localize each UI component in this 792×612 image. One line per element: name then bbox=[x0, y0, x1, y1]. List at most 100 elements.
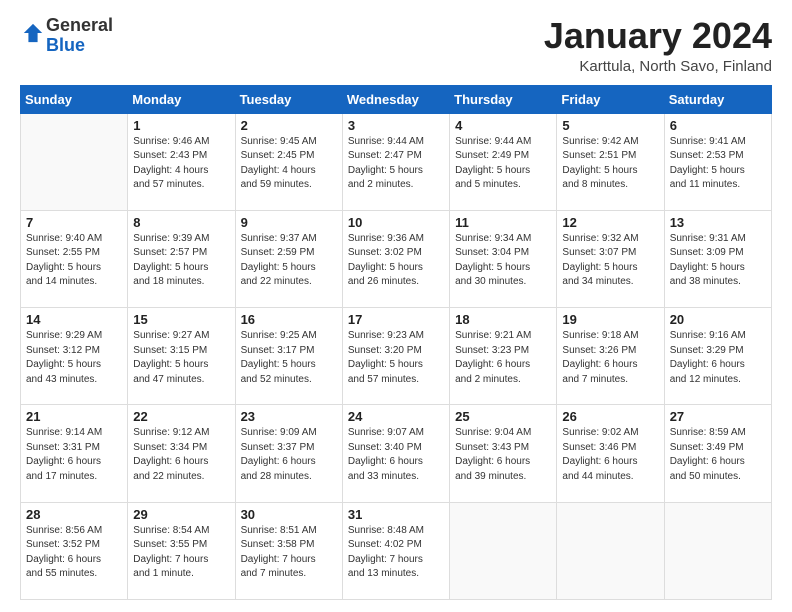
day-info: Sunrise: 9:44 AM Sunset: 2:49 PM Dayligh… bbox=[455, 135, 551, 193]
week-row-4: 28 Sunrise: 8:56 AM Sunset: 3:52 PM Dayli… bbox=[21, 502, 772, 599]
day-number: 30 bbox=[241, 507, 337, 522]
table-row: 28 Sunrise: 8:56 AM Sunset: 3:52 PM Dayli… bbox=[21, 502, 128, 599]
table-row: 29Sunrise: 8:54 AM Sunset: 3:55 PM Dayli… bbox=[128, 502, 235, 599]
day-info: Sunrise: 9:27 AM Sunset: 3:15 PM Dayligh… bbox=[133, 329, 229, 387]
table-row: 6 Sunrise: 9:41 AM Sunset: 2:53 PM Daylig… bbox=[664, 113, 771, 210]
day-info: Sunrise: 8:56 AM Sunset: 3:52 PM Dayligh… bbox=[26, 524, 122, 582]
week-row-1: 7 Sunrise: 9:40 AM Sunset: 2:55 PM Daylig… bbox=[21, 210, 772, 307]
table-row: 22Sunrise: 9:12 AM Sunset: 3:34 PM Dayli… bbox=[128, 405, 235, 502]
day-info: Sunrise: 9:39 AM Sunset: 2:57 PM Dayligh… bbox=[133, 232, 229, 290]
day-number: 11 bbox=[455, 215, 551, 230]
day-number: 3 bbox=[348, 118, 444, 133]
logo-icon bbox=[22, 22, 44, 44]
table-row: 18 Sunrise: 9:21 AM Sunset: 3:23 PM Dayli… bbox=[450, 308, 557, 405]
calendar-body: 1 Sunrise: 9:46 AM Sunset: 2:43 PM Daylig… bbox=[21, 113, 772, 599]
day-info: Sunrise: 9:09 AM Sunset: 3:37 PM Dayligh… bbox=[241, 426, 337, 484]
table-row: 12Sunrise: 9:32 AM Sunset: 3:07 PM Dayli… bbox=[557, 210, 664, 307]
day-info: Sunrise: 9:29 AM Sunset: 3:12 PM Dayligh… bbox=[26, 329, 122, 387]
table-row: 21 Sunrise: 9:14 AM Sunset: 3:31 PM Dayli… bbox=[21, 405, 128, 502]
table-row bbox=[21, 113, 128, 210]
header-row: Sunday Monday Tuesday Wednesday Thursday… bbox=[21, 85, 772, 113]
table-row bbox=[664, 502, 771, 599]
logo-text: General Blue bbox=[46, 16, 113, 56]
day-number: 29 bbox=[133, 507, 229, 522]
col-tuesday: Tuesday bbox=[235, 85, 342, 113]
day-info: Sunrise: 9:41 AM Sunset: 2:53 PM Dayligh… bbox=[670, 135, 766, 193]
day-number: 17 bbox=[348, 312, 444, 327]
table-row: 5 Sunrise: 9:42 AM Sunset: 2:51 PM Daylig… bbox=[557, 113, 664, 210]
day-number: 6 bbox=[670, 118, 766, 133]
table-row: 25 Sunrise: 9:04 AM Sunset: 3:43 PM Dayli… bbox=[450, 405, 557, 502]
col-thursday: Thursday bbox=[450, 85, 557, 113]
col-wednesday: Wednesday bbox=[342, 85, 449, 113]
day-number: 15 bbox=[133, 312, 229, 327]
col-monday: Monday bbox=[128, 85, 235, 113]
table-row: 26 Sunrise: 9:02 AM Sunset: 3:46 PM Dayli… bbox=[557, 405, 664, 502]
day-number: 7 bbox=[26, 215, 122, 230]
day-number: 2 bbox=[241, 118, 337, 133]
day-info: Sunrise: 9:46 AM Sunset: 2:43 PM Dayligh… bbox=[133, 135, 229, 193]
day-info: Sunrise: 9:40 AM Sunset: 2:55 PM Dayligh… bbox=[26, 232, 122, 290]
table-row: 3 Sunrise: 9:44 AM Sunset: 2:47 PM Daylig… bbox=[342, 113, 449, 210]
day-info: Sunrise: 9:25 AM Sunset: 3:17 PM Dayligh… bbox=[241, 329, 337, 387]
table-row: 13Sunrise: 9:31 AM Sunset: 3:09 PM Dayli… bbox=[664, 210, 771, 307]
table-row: 9Sunrise: 9:37 AM Sunset: 2:59 PM Daylig… bbox=[235, 210, 342, 307]
day-number: 28 bbox=[26, 507, 122, 522]
day-info: Sunrise: 9:32 AM Sunset: 3:07 PM Dayligh… bbox=[562, 232, 658, 290]
day-info: Sunrise: 9:37 AM Sunset: 2:59 PM Dayligh… bbox=[241, 232, 337, 290]
header: General Blue January 2024 Karttula, Nort… bbox=[20, 16, 772, 75]
table-row: 8 Sunrise: 9:39 AM Sunset: 2:57 PM Daylig… bbox=[128, 210, 235, 307]
day-info: Sunrise: 9:45 AM Sunset: 2:45 PM Dayligh… bbox=[241, 135, 337, 193]
month-title: January 2024 bbox=[544, 16, 772, 56]
day-number: 16 bbox=[241, 312, 337, 327]
table-row: 17 Sunrise: 9:23 AM Sunset: 3:20 PM Dayli… bbox=[342, 308, 449, 405]
col-saturday: Saturday bbox=[664, 85, 771, 113]
page: General Blue January 2024 Karttula, Nort… bbox=[0, 0, 792, 612]
table-row: 20Sunrise: 9:16 AM Sunset: 3:29 PM Dayli… bbox=[664, 308, 771, 405]
day-info: Sunrise: 9:21 AM Sunset: 3:23 PM Dayligh… bbox=[455, 329, 551, 387]
day-number: 8 bbox=[133, 215, 229, 230]
day-number: 25 bbox=[455, 409, 551, 424]
table-row: 24Sunrise: 9:07 AM Sunset: 3:40 PM Dayli… bbox=[342, 405, 449, 502]
location: Karttula, North Savo, Finland bbox=[544, 58, 772, 75]
day-info: Sunrise: 9:34 AM Sunset: 3:04 PM Dayligh… bbox=[455, 232, 551, 290]
day-number: 5 bbox=[562, 118, 658, 133]
day-number: 13 bbox=[670, 215, 766, 230]
table-row: 23 Sunrise: 9:09 AM Sunset: 3:37 PM Dayli… bbox=[235, 405, 342, 502]
day-info: Sunrise: 9:14 AM Sunset: 3:31 PM Dayligh… bbox=[26, 426, 122, 484]
logo-blue-text: Blue bbox=[46, 35, 85, 55]
day-info: Sunrise: 9:04 AM Sunset: 3:43 PM Dayligh… bbox=[455, 426, 551, 484]
day-info: Sunrise: 9:44 AM Sunset: 2:47 PM Dayligh… bbox=[348, 135, 444, 193]
title-block: January 2024 Karttula, North Savo, Finla… bbox=[544, 16, 772, 75]
table-row bbox=[450, 502, 557, 599]
day-number: 21 bbox=[26, 409, 122, 424]
day-info: Sunrise: 8:51 AM Sunset: 3:58 PM Dayligh… bbox=[241, 524, 337, 582]
day-number: 10 bbox=[348, 215, 444, 230]
table-row: 27Sunrise: 8:59 AM Sunset: 3:49 PM Dayli… bbox=[664, 405, 771, 502]
calendar-table: Sunday Monday Tuesday Wednesday Thursday… bbox=[20, 85, 772, 600]
day-info: Sunrise: 9:18 AM Sunset: 3:26 PM Dayligh… bbox=[562, 329, 658, 387]
day-number: 19 bbox=[562, 312, 658, 327]
table-row bbox=[557, 502, 664, 599]
table-row: 31Sunrise: 8:48 AM Sunset: 4:02 PM Dayli… bbox=[342, 502, 449, 599]
day-info: Sunrise: 9:16 AM Sunset: 3:29 PM Dayligh… bbox=[670, 329, 766, 387]
day-number: 26 bbox=[562, 409, 658, 424]
day-info: Sunrise: 9:02 AM Sunset: 3:46 PM Dayligh… bbox=[562, 426, 658, 484]
table-row: 14 Sunrise: 9:29 AM Sunset: 3:12 PM Dayli… bbox=[21, 308, 128, 405]
table-row: 4Sunrise: 9:44 AM Sunset: 2:49 PM Daylig… bbox=[450, 113, 557, 210]
day-info: Sunrise: 9:42 AM Sunset: 2:51 PM Dayligh… bbox=[562, 135, 658, 193]
logo-general-text: General bbox=[46, 15, 113, 35]
table-row: 30 Sunrise: 8:51 AM Sunset: 3:58 PM Dayli… bbox=[235, 502, 342, 599]
day-info: Sunrise: 9:23 AM Sunset: 3:20 PM Dayligh… bbox=[348, 329, 444, 387]
day-number: 23 bbox=[241, 409, 337, 424]
day-number: 14 bbox=[26, 312, 122, 327]
week-row-3: 21 Sunrise: 9:14 AM Sunset: 3:31 PM Dayli… bbox=[21, 405, 772, 502]
week-row-2: 14 Sunrise: 9:29 AM Sunset: 3:12 PM Dayli… bbox=[21, 308, 772, 405]
day-number: 1 bbox=[133, 118, 229, 133]
day-number: 31 bbox=[348, 507, 444, 522]
col-friday: Friday bbox=[557, 85, 664, 113]
table-row: 2 Sunrise: 9:45 AM Sunset: 2:45 PM Daylig… bbox=[235, 113, 342, 210]
day-info: Sunrise: 9:36 AM Sunset: 3:02 PM Dayligh… bbox=[348, 232, 444, 290]
table-row: 11 Sunrise: 9:34 AM Sunset: 3:04 PM Dayli… bbox=[450, 210, 557, 307]
day-number: 18 bbox=[455, 312, 551, 327]
